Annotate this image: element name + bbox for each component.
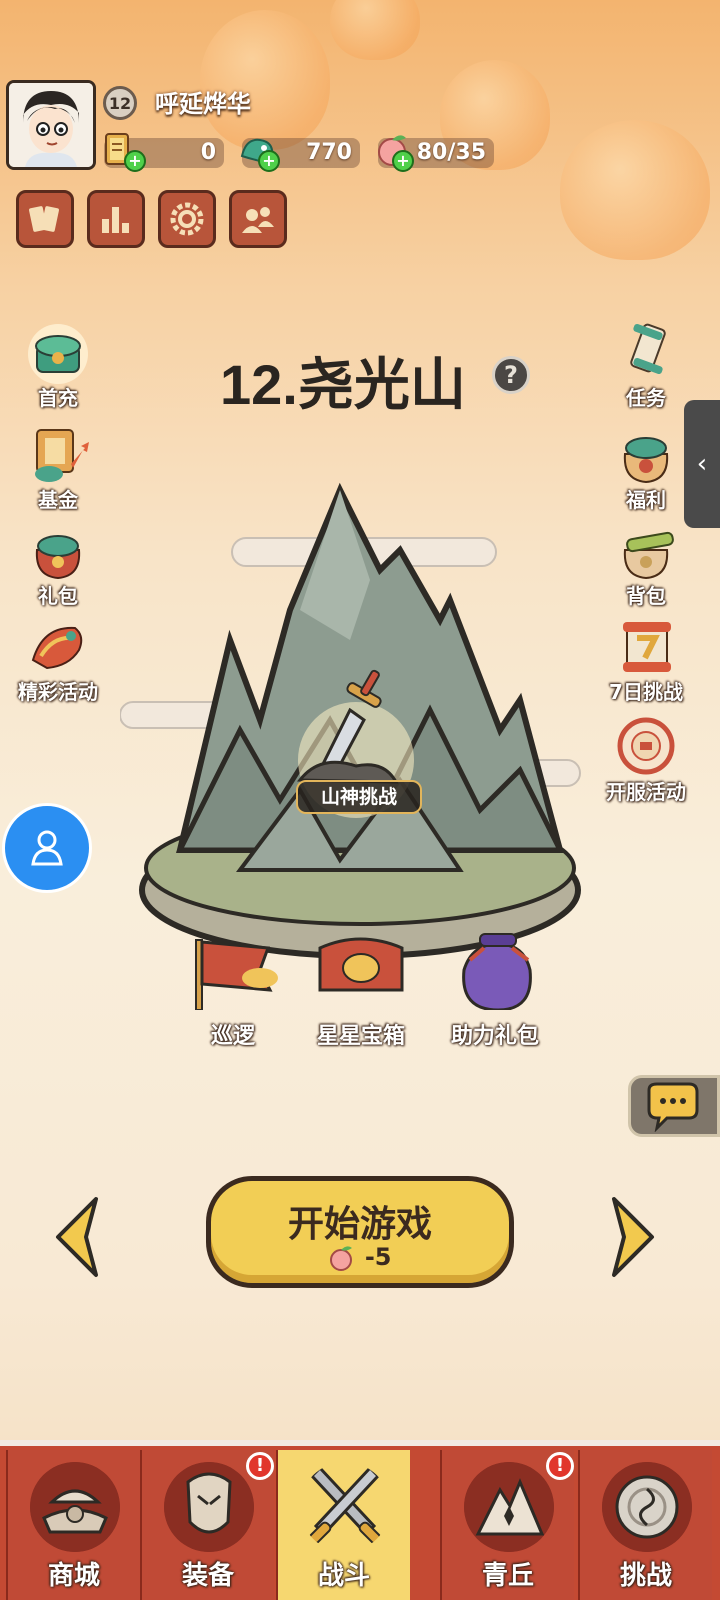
chevron-left-icon: ‹ xyxy=(696,449,708,479)
background-lantern xyxy=(330,0,420,60)
gift-pack-icon xyxy=(35,535,81,580)
quest-label: 任务 xyxy=(626,386,666,410)
welfare-button[interactable]: 福利 xyxy=(596,424,696,513)
settings-button[interactable] xyxy=(158,190,216,248)
gift-pack-button[interactable]: 礼包 xyxy=(8,520,108,609)
first-recharge-icon xyxy=(28,324,88,384)
support-bag-label: 助力礼包 xyxy=(450,1024,539,1049)
first-recharge-label: 首充 xyxy=(38,386,78,410)
quest-icon xyxy=(630,323,666,375)
fund-button[interactable]: 基金 xyxy=(8,424,108,513)
resource-scroll[interactable]: + 0 xyxy=(104,133,224,172)
first-recharge-button[interactable]: 首充 xyxy=(8,322,108,411)
patrol-button[interactable]: 巡逻 xyxy=(168,1018,298,1050)
tab-battle[interactable]: 战斗 xyxy=(276,1450,410,1600)
ranking-icon xyxy=(102,207,129,233)
resource-peach[interactable]: + 80/35 xyxy=(378,135,494,172)
start-game-button[interactable]: 开始游戏 -5 xyxy=(206,1176,514,1288)
player-level-badge: 12 xyxy=(103,86,137,120)
backpack-label: 背包 xyxy=(626,584,666,608)
friends-icon xyxy=(242,207,274,233)
assistant-float-button[interactable] xyxy=(2,803,92,893)
tab-equipment[interactable]: 装备 ! xyxy=(140,1450,274,1600)
add-jade-icon[interactable]: + xyxy=(258,150,280,172)
side-panel-toggle[interactable]: ‹ xyxy=(684,400,720,528)
seven-day-challenge-label: 7日挑战 xyxy=(609,680,683,704)
chat-button[interactable] xyxy=(628,1075,720,1137)
tab-challenge-label: 挑战 xyxy=(619,1561,672,1591)
tab-shop[interactable]: 商城 xyxy=(6,1450,140,1600)
fund-label: 基金 xyxy=(38,488,78,512)
player-avatar[interactable] xyxy=(6,80,96,170)
welfare-icon xyxy=(623,437,669,484)
tab-qingqiu-label: 青丘 xyxy=(481,1561,534,1591)
patrol-label: 巡逻 xyxy=(210,1024,255,1049)
events-label: 精彩活动 xyxy=(18,680,98,704)
patrol-flag-icon xyxy=(195,939,278,1010)
scroll-value: 0 xyxy=(200,140,216,165)
next-stage-arrow-icon[interactable] xyxy=(606,1195,658,1279)
cards-icon xyxy=(29,206,59,232)
equipment-icon xyxy=(164,1462,254,1552)
peach-value: 80/35 xyxy=(416,140,486,165)
welfare-label: 福利 xyxy=(626,488,666,512)
start-cost: -5 xyxy=(211,1243,509,1272)
star-chest-label: 星星宝箱 xyxy=(316,1024,405,1049)
tab-equipment-label: 装备 xyxy=(181,1561,234,1591)
peach-icon xyxy=(330,1246,353,1271)
previous-stage-arrow-icon[interactable] xyxy=(52,1195,104,1279)
tab-battle-label: 战斗 xyxy=(317,1561,370,1591)
tab-challenge[interactable]: 挑战 xyxy=(578,1450,712,1600)
support-bag-button[interactable]: 助力礼包 xyxy=(430,1018,560,1050)
challenge-icon xyxy=(602,1462,692,1552)
start-cost-value: -5 xyxy=(364,1243,392,1271)
server-launch-event-icon xyxy=(617,717,675,775)
seven-day-challenge-icon xyxy=(623,622,671,672)
tab-shop-label: 商城 xyxy=(47,1561,100,1591)
backpack-button[interactable]: 背包 xyxy=(596,520,696,609)
start-game-label: 开始游戏 xyxy=(287,1204,432,1245)
user-icon xyxy=(31,830,63,866)
fund-icon xyxy=(35,429,89,482)
star-chest-button[interactable]: 星星宝箱 xyxy=(296,1018,426,1050)
ranking-button[interactable] xyxy=(87,190,145,248)
qingqiu-icon xyxy=(464,1462,554,1552)
resource-jade[interactable]: + 770 xyxy=(240,138,360,172)
equipment-alert-badge: ! xyxy=(246,1452,274,1480)
seven-day-challenge-button[interactable]: 7日挑战 xyxy=(596,616,696,705)
chat-bubble-icon xyxy=(647,1082,699,1132)
stage-title: 12.尧光山 xyxy=(220,353,466,416)
events-icon xyxy=(31,626,83,670)
avatar-portrait-icon xyxy=(9,83,93,167)
player-name: 呼延烨华 xyxy=(155,90,251,118)
qingqiu-alert-badge: ! xyxy=(546,1452,574,1480)
battle-icon xyxy=(308,1465,382,1545)
settings-icon xyxy=(170,202,204,236)
backpack-icon xyxy=(623,531,674,580)
shop-icon xyxy=(30,1462,120,1552)
help-icon[interactable]: ? xyxy=(492,356,530,394)
events-button[interactable]: 精彩活动 xyxy=(8,616,108,705)
gift-pack-label: 礼包 xyxy=(38,584,78,608)
server-launch-event-button[interactable]: 开服活动 xyxy=(596,716,696,805)
add-peach-icon[interactable]: + xyxy=(392,150,414,172)
star-chest-icon xyxy=(318,937,404,992)
jade-value: 770 xyxy=(306,140,352,165)
add-scroll-icon[interactable]: + xyxy=(124,150,146,172)
background-lantern xyxy=(560,120,710,260)
mountain-god-challenge-label[interactable]: 山神挑战 xyxy=(296,780,422,814)
server-launch-event-label: 开服活动 xyxy=(606,780,686,804)
friends-button[interactable] xyxy=(229,190,287,248)
quest-button[interactable]: 任务 xyxy=(596,322,696,411)
tab-qingqiu[interactable]: 青丘 ! xyxy=(440,1450,574,1600)
cards-button[interactable] xyxy=(16,190,74,248)
mountain-stage-illustration xyxy=(120,482,581,1010)
